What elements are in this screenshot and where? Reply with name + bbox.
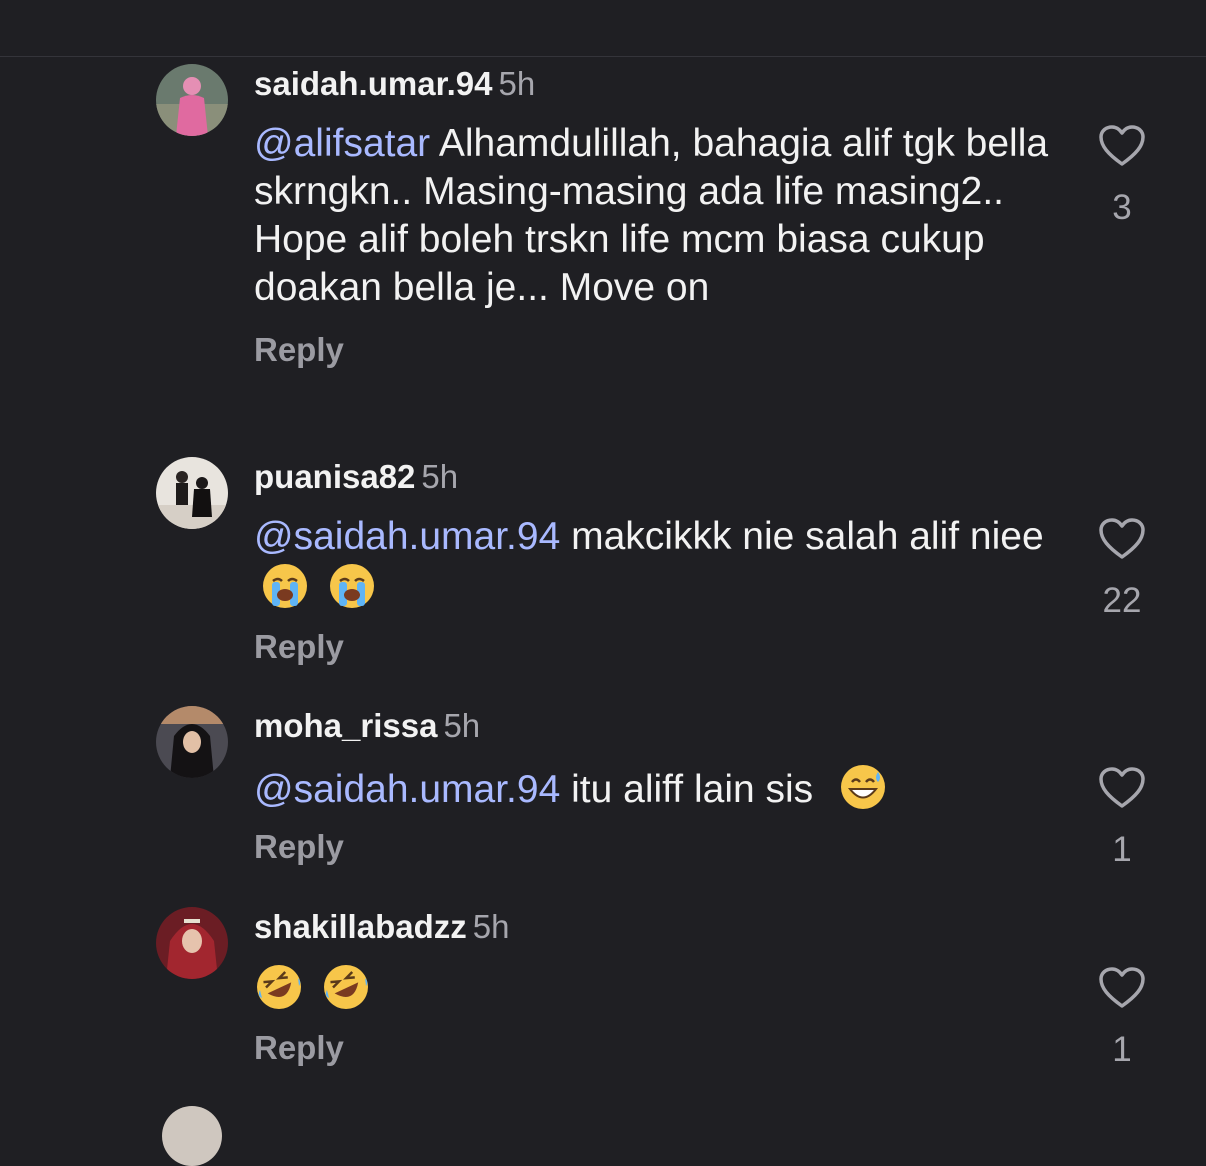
timestamp: 5h <box>472 908 510 945</box>
avatar[interactable] <box>156 457 228 529</box>
top-divider <box>0 56 1206 57</box>
like-count: 22 <box>1102 581 1142 620</box>
username[interactable]: shakillabadzz <box>254 908 467 945</box>
rolling-on-floor-laughing-icon <box>254 962 304 1012</box>
avatar[interactable] <box>156 706 228 778</box>
username[interactable]: puanisa82 <box>254 458 415 495</box>
heart-icon[interactable] <box>1098 124 1146 168</box>
avatar[interactable] <box>156 64 228 136</box>
grinning-face-with-sweat-icon <box>838 762 888 812</box>
reply-button[interactable]: Reply <box>254 827 344 867</box>
comment-header: saidah.umar.94 5h <box>254 64 535 104</box>
comment-header: moha_rissa 5h <box>254 706 480 746</box>
like-control: 22 <box>1094 517 1150 621</box>
like-control: 1 <box>1094 766 1150 870</box>
mention-link[interactable]: @saidah.umar.94 <box>254 515 560 558</box>
timestamp: 5h <box>443 707 481 744</box>
comment-text: @saidah.umar.94 makcikkk nie salah alif … <box>254 513 1054 613</box>
avatar[interactable] <box>156 907 228 979</box>
like-control: 1 <box>1094 966 1150 1070</box>
username[interactable]: saidah.umar.94 <box>254 65 492 102</box>
comment-text: @saidah.umar.94 itu aliff lain sis <box>254 762 1054 814</box>
rolling-on-floor-laughing-icon <box>321 962 371 1012</box>
heart-icon[interactable] <box>1098 966 1146 1010</box>
mention-link[interactable]: @saidah.umar.94 <box>254 768 560 811</box>
like-count: 1 <box>1112 1030 1132 1069</box>
comment-body: itu aliff lain sis <box>560 768 814 811</box>
avatar-image <box>156 64 228 136</box>
heart-icon[interactable] <box>1098 766 1146 810</box>
loudly-crying-face-icon <box>260 561 310 611</box>
comment-text <box>254 962 1054 1014</box>
comment-body: makcikkk nie salah alif niee <box>560 515 1044 558</box>
username[interactable]: moha_rissa <box>254 707 437 744</box>
reply-button[interactable]: Reply <box>254 1028 344 1068</box>
avatar-image <box>156 457 228 529</box>
like-control: 3 <box>1094 124 1150 228</box>
heart-icon[interactable] <box>1098 517 1146 561</box>
loudly-crying-face-icon <box>327 561 377 611</box>
avatar-image <box>156 706 228 778</box>
like-count: 3 <box>1112 188 1132 227</box>
avatar-image <box>156 907 228 979</box>
comment-header: shakillabadzz 5h <box>254 907 509 947</box>
reply-button[interactable]: Reply <box>254 627 344 667</box>
reply-button[interactable]: Reply <box>254 330 344 370</box>
next-comment-avatar[interactable] <box>162 1106 222 1166</box>
like-count: 1 <box>1112 830 1132 869</box>
comment-header: puanisa82 5h <box>254 457 458 497</box>
comment-text: @alifsatar Alhamdulillah, bahagia alif t… <box>254 120 1054 312</box>
timestamp: 5h <box>498 65 536 102</box>
mention-link[interactable]: @alifsatar <box>254 122 430 165</box>
timestamp: 5h <box>421 458 459 495</box>
